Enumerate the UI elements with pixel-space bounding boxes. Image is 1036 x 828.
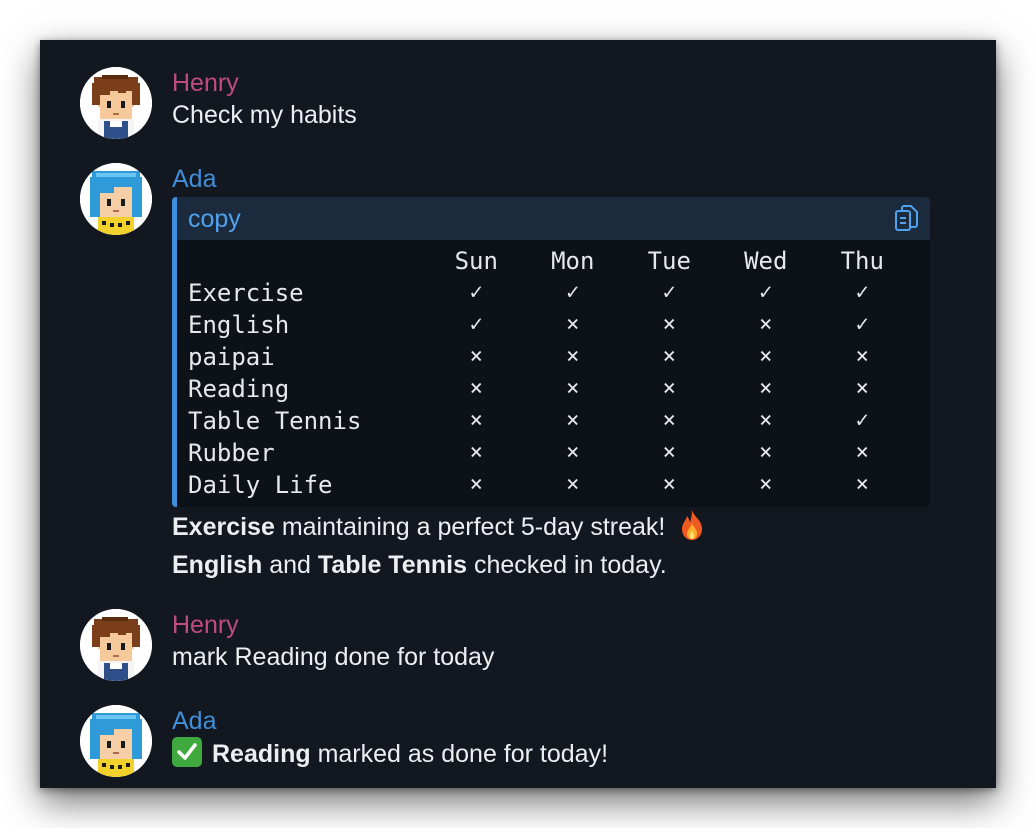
habit-row-daily-life: Daily Life × × × × × (188, 469, 911, 501)
habit-name: Exercise (188, 279, 304, 307)
summary-line-1: Exercise maintaining a perfect 5-day str… (172, 509, 962, 549)
summary-text: checked in today. (467, 551, 667, 579)
habit-mark: × (469, 472, 483, 497)
day-header-mon: Mon (551, 247, 595, 275)
habit-name: paipai (188, 343, 275, 371)
habit-row-rubber: Rubber × × × × × (188, 437, 911, 469)
habit-mark: × (662, 440, 676, 465)
habit-row-english: English ✓ × × × ✓ (188, 309, 911, 341)
habit-mark: × (759, 472, 773, 497)
habit-mark: × (759, 408, 773, 433)
author-name: Henry (172, 611, 239, 639)
habit-mark: × (662, 376, 676, 401)
habit-mark: × (759, 312, 773, 337)
habit-mark: × (469, 376, 483, 401)
message-text: Check my habits (172, 101, 357, 129)
habit-mark: ✓ (855, 408, 869, 433)
habit-name: English (188, 311, 290, 339)
habit-mark: × (855, 376, 869, 401)
bold-reading: Reading (212, 740, 311, 768)
day-header-wed: Wed (744, 247, 788, 275)
habit-mark: × (662, 344, 676, 369)
summary-line-2: English and Table Tennis checked in toda… (172, 549, 962, 581)
habit-mark: × (662, 312, 676, 337)
day-header-thu: Thu (840, 247, 884, 275)
habit-table: Sun Mon Tue Wed Thu Exercise ✓ ✓ ✓ ✓ ✓ E… (188, 245, 911, 501)
habit-mark: × (566, 312, 580, 337)
summary-bold-english: English (172, 551, 263, 579)
habit-mark: ✓ (855, 312, 869, 337)
copy-icon[interactable] (894, 205, 920, 233)
habit-mark: × (759, 440, 773, 465)
habit-mark: × (855, 344, 869, 369)
habit-name: Rubber (188, 439, 275, 467)
habit-mark: × (469, 344, 483, 369)
habit-mark: ✓ (855, 280, 869, 305)
habit-name: Reading (188, 375, 290, 403)
code-block: copy Sun Mon Tue Wed Thu Exercise ✓ ✓ ✓ … (172, 197, 930, 507)
message-text: Reading marked as done for today! (172, 737, 962, 770)
summary-text: and (262, 551, 318, 579)
check-mark-button-icon (172, 737, 202, 767)
henry-avatar[interactable] (80, 67, 152, 139)
habit-mark: × (469, 440, 483, 465)
day-header-tue: Tue (647, 247, 691, 275)
habit-mark: × (855, 440, 869, 465)
fire-icon (678, 509, 706, 549)
habit-mark: × (566, 440, 580, 465)
habit-mark: ✓ (566, 280, 580, 305)
author-name: Ada (172, 707, 217, 735)
habit-mark: × (566, 472, 580, 497)
henry-avatar[interactable] (80, 609, 152, 681)
summary-text: maintaining a perfect 5-day streak! (274, 513, 673, 541)
author-name: Ada (172, 165, 217, 193)
habit-row-exercise: Exercise ✓ ✓ ✓ ✓ ✓ (188, 277, 911, 309)
habit-row-table-tennis: Table Tennis × × × × ✓ (188, 405, 911, 437)
day-header-sun: Sun (454, 247, 498, 275)
habit-mark: × (759, 344, 773, 369)
message-text: mark Reading done for today (172, 643, 495, 671)
habit-name: Daily Life (188, 471, 333, 499)
habit-name: Table Tennis (188, 407, 362, 435)
habit-mark: × (759, 376, 773, 401)
habit-mark: ✓ (759, 280, 773, 305)
ada-avatar[interactable] (80, 163, 152, 235)
habit-mark: ✓ (469, 312, 483, 337)
chat-window: Henry Check my habits Ada copy Sun Mon T… (40, 40, 996, 788)
habit-table-header-row: Sun Mon Tue Wed Thu (188, 245, 911, 277)
message-rest-text: marked as done for today! (310, 740, 609, 768)
ada-avatar[interactable] (80, 705, 152, 777)
habit-mark: ✓ (469, 280, 483, 305)
habit-row-paipai: paipai × × × × × (188, 341, 911, 373)
habit-row-reading: Reading × × × × × (188, 373, 911, 405)
habit-mark: ✓ (662, 280, 676, 305)
habit-mark: × (566, 344, 580, 369)
summary-bold-table-tennis: Table Tennis (317, 551, 468, 579)
habit-mark: × (566, 376, 580, 401)
habit-mark: × (566, 408, 580, 433)
code-block-header: copy (177, 197, 930, 240)
habit-mark: × (469, 408, 483, 433)
habit-column-header (188, 245, 428, 277)
author-name: Henry (172, 69, 239, 97)
summary-bold-exercise: Exercise (172, 513, 275, 541)
code-block-language-label: copy (188, 205, 241, 233)
habit-mark: × (855, 472, 869, 497)
habit-mark: × (662, 408, 676, 433)
habit-mark: × (662, 472, 676, 497)
